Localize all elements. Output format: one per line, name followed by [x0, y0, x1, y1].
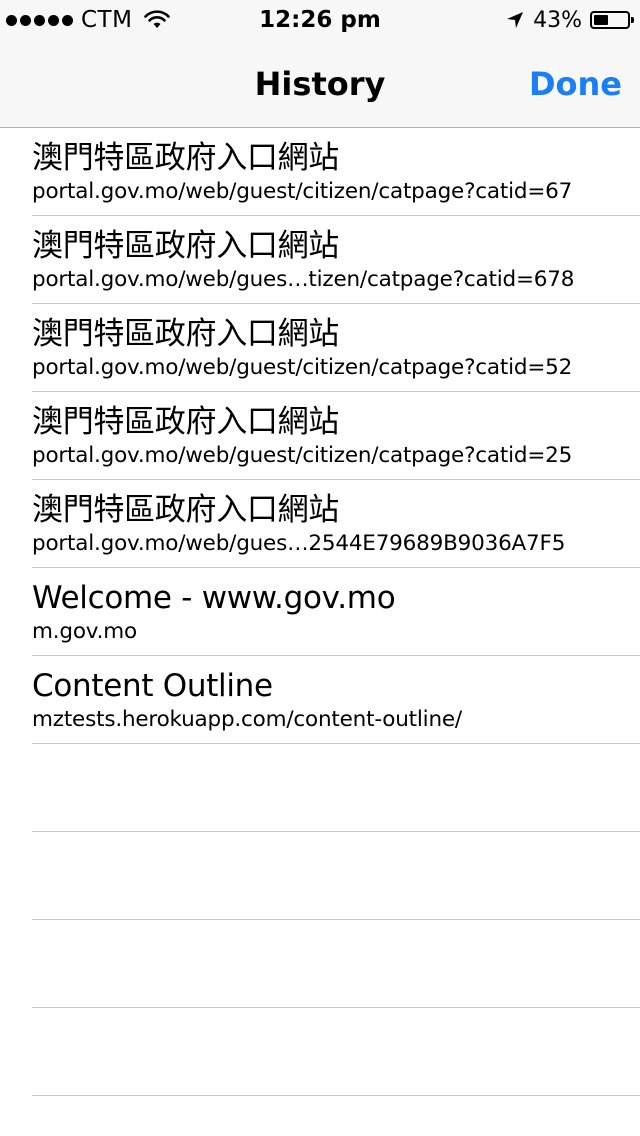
carrier-name: CTM [81, 7, 133, 33]
history-row-url: portal.gov.mo/web/gues…tizen/catpage?cat… [32, 267, 575, 292]
history-row[interactable]: Welcome - www.gov.mo m.gov.mo [0, 568, 640, 656]
signal-strength-icon [6, 14, 73, 26]
history-row-title: 澳門特區政府入口網站 [32, 492, 339, 528]
history-row-title: 澳門特區政府入口網站 [32, 404, 339, 440]
history-row-title: Welcome - www.gov.mo [32, 580, 396, 616]
history-row-url: portal.gov.mo/web/guest/citizen/catpage?… [32, 355, 573, 380]
status-bar-right: 43% [505, 0, 634, 40]
history-row[interactable]: 澳門特區政府入口網站 portal.gov.mo/web/gues…2544E79… [0, 480, 640, 568]
history-row-title: Content Outline [32, 668, 273, 704]
history-row-url: m.gov.mo [32, 619, 137, 644]
history-row [0, 832, 640, 920]
history-row-title: 澳門特區政府入口網站 [32, 140, 339, 176]
history-row-url: portal.gov.mo/web/guest/citizen/catpage?… [32, 443, 573, 468]
done-button[interactable]: Done [529, 40, 622, 128]
status-bar-left: CTM [0, 0, 171, 40]
history-list: 澳門特區政府入口網站 portal.gov.mo/web/guest/citize… [0, 128, 640, 1096]
history-row [0, 1008, 640, 1096]
navigation-bar: History Done [0, 40, 640, 128]
battery-icon [590, 11, 634, 29]
battery-percentage: 43% [533, 7, 582, 33]
history-row-title: 澳門特區政府入口網站 [32, 228, 339, 264]
history-row[interactable]: Content Outline mztests.herokuapp.com/con… [0, 656, 640, 744]
history-row [0, 920, 640, 1008]
history-row[interactable]: 澳門特區政府入口網站 portal.gov.mo/web/guest/citize… [0, 392, 640, 480]
history-row-title: 澳門特區政府入口網站 [32, 316, 339, 352]
wifi-icon [144, 10, 171, 28]
status-bar: CTM 12:26 pm 43% [0, 0, 640, 40]
location-arrow-icon [507, 12, 524, 28]
history-row[interactable]: 澳門特區政府入口網站 portal.gov.mo/web/guest/citize… [0, 304, 640, 392]
history-row[interactable]: 澳門特區政府入口網站 portal.gov.mo/web/gues…tizen/c… [0, 216, 640, 304]
history-row[interactable]: 澳門特區政府入口網站 portal.gov.mo/web/guest/citize… [0, 128, 640, 216]
history-row [0, 744, 640, 832]
history-row-url: portal.gov.mo/web/gues…2544E79689B9036A7… [32, 531, 566, 556]
history-row-url: mztests.herokuapp.com/content-outline/ [32, 707, 462, 732]
history-row-url: portal.gov.mo/web/guest/citizen/catpage?… [32, 179, 573, 204]
